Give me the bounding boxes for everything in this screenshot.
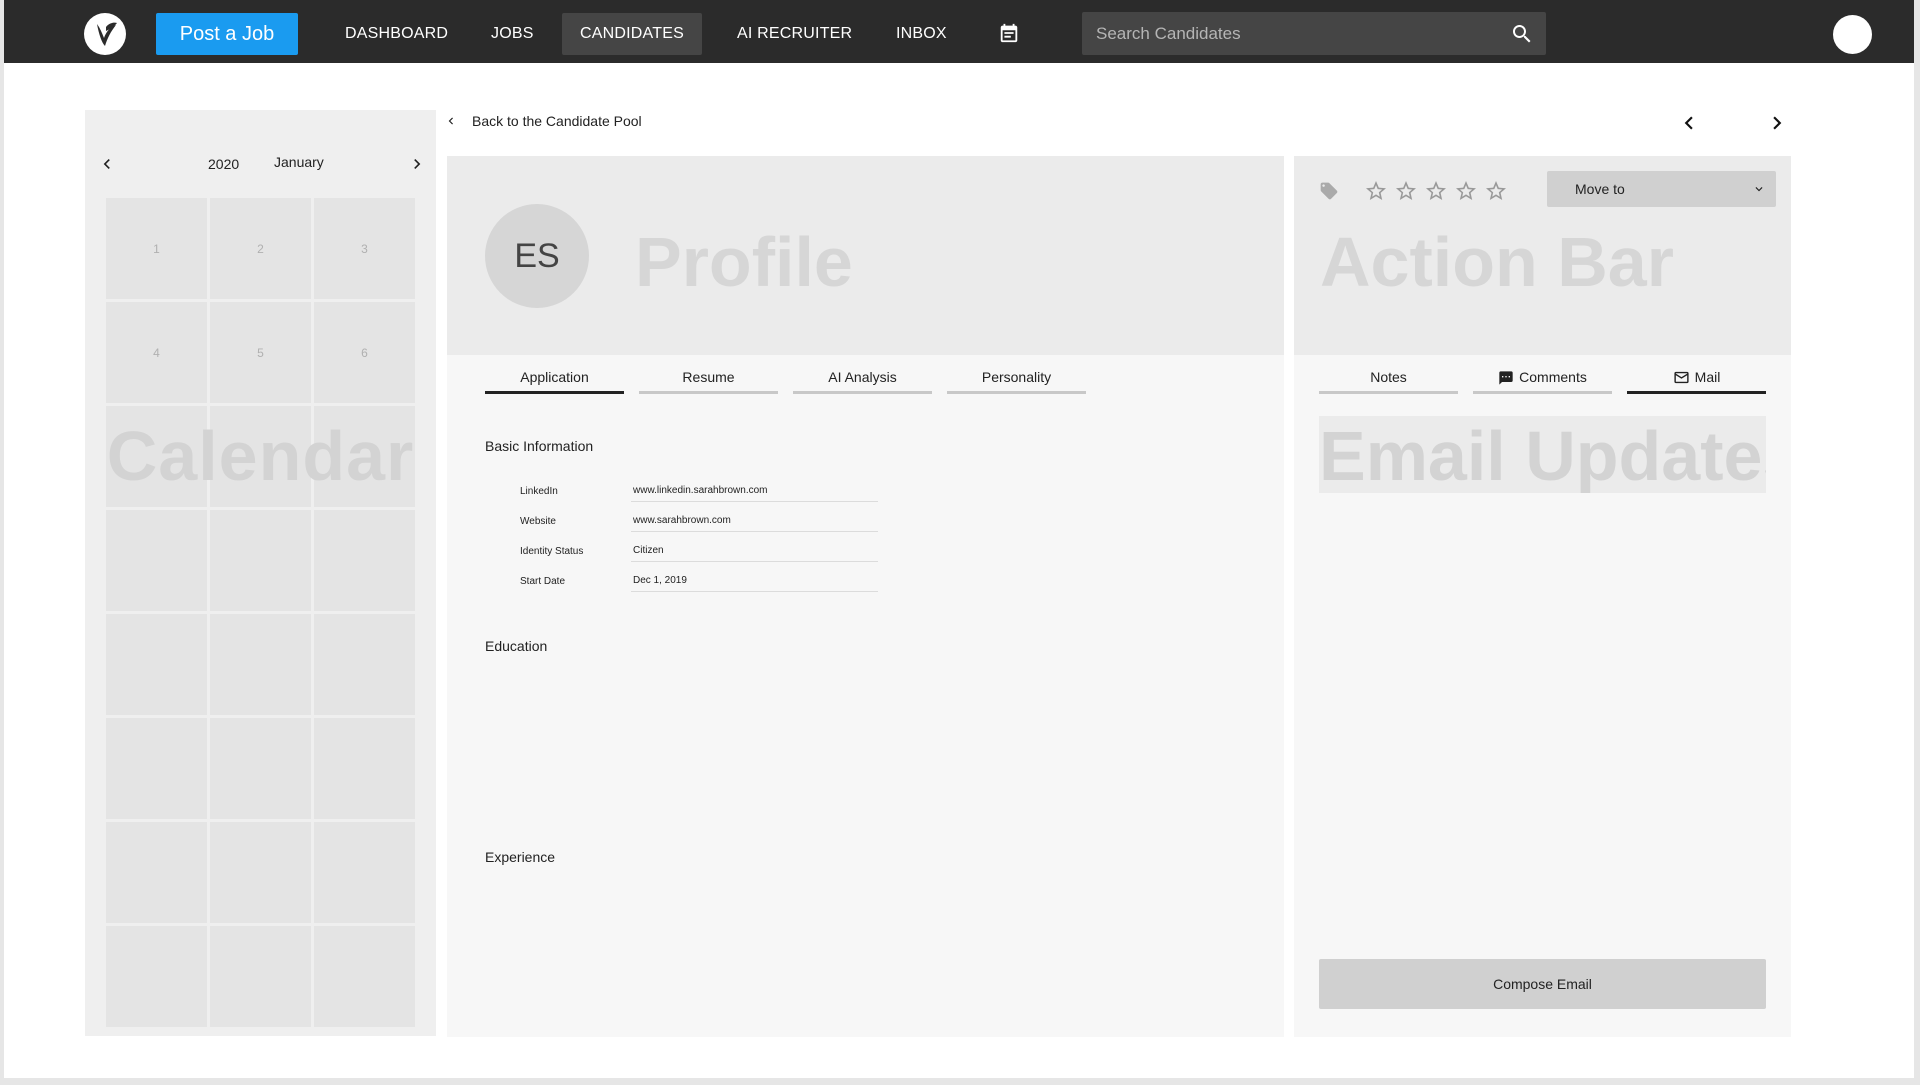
info-row: Website www.sarahbrown.com (520, 506, 878, 536)
tab-personality[interactable]: Personality (947, 369, 1086, 394)
next-candidate-icon[interactable] (1764, 110, 1790, 136)
profile-watermark: Profile (635, 223, 853, 301)
linkedin-value[interactable]: www.linkedin.sarahbrown.com (631, 480, 878, 502)
search-input[interactable] (1082, 12, 1546, 55)
experience-title: Experience (485, 849, 556, 865)
calendar-day[interactable] (106, 718, 207, 819)
search-box (1082, 12, 1546, 55)
nav-ai-recruiter[interactable]: AI RECRUITER (719, 13, 870, 55)
basic-info-table: LinkedIn www.linkedin.sarahbrown.com Web… (520, 476, 878, 596)
nav-candidates[interactable]: CANDIDATES (562, 13, 702, 55)
calendar-day[interactable]: 5 (210, 302, 311, 403)
calendar-day[interactable] (106, 822, 207, 923)
calendar-day[interactable] (210, 926, 311, 1027)
star-icon[interactable] (1394, 179, 1418, 203)
info-label: LinkedIn (520, 485, 558, 497)
calendar-day[interactable] (210, 510, 311, 611)
action-tabs: Notes Comments Mail (1319, 369, 1766, 394)
calendar-day[interactable] (210, 822, 311, 923)
tag-icon[interactable] (1319, 181, 1339, 201)
action-bar-panel: Move to Action Bar Notes Comments Mail E… (1294, 156, 1791, 1037)
tab-notes-label: Notes (1370, 369, 1407, 385)
profile-header: ES Profile (447, 156, 1284, 355)
website-value[interactable]: www.sarahbrown.com (631, 510, 878, 532)
basic-info-title: Basic Information (485, 438, 594, 454)
logo-icon[interactable] (84, 13, 126, 55)
info-row: Identity Status Citizen (520, 536, 878, 566)
calendar-day[interactable] (210, 718, 311, 819)
star-icon[interactable] (1454, 179, 1478, 203)
nav-jobs[interactable]: JOBS (473, 13, 552, 55)
profile-panel: ES Profile Application Resume AI Analysi… (447, 156, 1284, 1037)
profile-tabs: Application Resume AI Analysis Personali… (485, 369, 1086, 394)
calendar-icon[interactable] (998, 22, 1020, 44)
calendar-day[interactable] (106, 926, 207, 1027)
comment-icon (1499, 371, 1513, 385)
nav-dashboard[interactable]: DASHBOARD (327, 13, 466, 55)
start-date-value: Dec 1, 2019 (631, 570, 878, 592)
calendar-day[interactable] (314, 510, 415, 611)
calendar-day[interactable] (314, 406, 415, 507)
chevron-left-icon (448, 117, 453, 125)
calendar-day[interactable] (314, 926, 415, 1027)
info-row: LinkedIn www.linkedin.sarahbrown.com (520, 476, 878, 506)
calendar-grid: 1 2 3 4 5 6 (106, 198, 416, 1027)
tab-ai-analysis[interactable]: AI Analysis (793, 369, 932, 394)
search-icon[interactable] (1510, 22, 1534, 46)
app-window: Post a Job DASHBOARD JOBS CANDIDATES AI … (4, 0, 1914, 1078)
back-to-pool-link[interactable]: Back to the Candidate Pool (444, 113, 642, 129)
email-updates-watermark: Email Updates (1319, 416, 1766, 493)
tab-comments[interactable]: Comments (1473, 369, 1612, 394)
info-row: Start Date Dec 1, 2019 (520, 566, 878, 596)
calendar-day[interactable]: 4 (106, 302, 207, 403)
post-job-button[interactable]: Post a Job (156, 13, 298, 55)
calendar-year[interactable]: 2020 (208, 156, 239, 172)
chevron-down-icon (1755, 187, 1763, 192)
calendar-next-icon[interactable] (407, 154, 427, 174)
info-label: Identity Status (520, 545, 584, 557)
calendar-day[interactable] (314, 822, 415, 923)
move-to-label: Move to (1575, 181, 1625, 197)
calendar-prev-icon[interactable] (97, 154, 117, 174)
calendar-day[interactable] (106, 614, 207, 715)
calendar-day[interactable] (314, 614, 415, 715)
compose-email-button[interactable]: Compose Email (1319, 959, 1766, 1009)
nav-inbox[interactable]: INBOX (878, 13, 965, 55)
tab-comments-label: Comments (1519, 369, 1587, 385)
mail-icon (1674, 371, 1689, 384)
tab-application[interactable]: Application (485, 369, 624, 394)
user-avatar[interactable] (1833, 15, 1872, 54)
info-label: Start Date (520, 575, 566, 587)
action-bar-watermark: Action Bar (1320, 223, 1674, 301)
identity-status-value: Citizen (631, 540, 878, 562)
calendar-day[interactable]: 2 (210, 198, 311, 299)
previous-candidate-icon[interactable] (1676, 110, 1702, 136)
calendar-month[interactable]: January (274, 154, 324, 170)
back-link-label: Back to the Candidate Pool (472, 113, 642, 129)
calendar-day[interactable] (210, 406, 311, 507)
move-to-dropdown[interactable]: Move to (1547, 171, 1776, 207)
tab-mail[interactable]: Mail (1627, 369, 1766, 394)
calendar-day[interactable] (210, 614, 311, 715)
tab-resume[interactable]: Resume (639, 369, 778, 394)
calendar-day[interactable]: 6 (314, 302, 415, 403)
calendar-day[interactable]: 3 (314, 198, 415, 299)
tab-mail-label: Mail (1694, 369, 1721, 385)
tab-notes[interactable]: Notes (1319, 369, 1458, 394)
rating-stars (1364, 179, 1508, 203)
candidate-avatar: ES (485, 204, 589, 308)
calendar-day[interactable] (106, 406, 207, 507)
calendar-panel: 2020 January 1 2 3 4 5 6 Calendar (85, 110, 436, 1036)
star-icon[interactable] (1424, 179, 1448, 203)
info-label: Website (520, 515, 556, 527)
top-nav-bar: Post a Job DASHBOARD JOBS CANDIDATES AI … (4, 0, 1914, 63)
star-icon[interactable] (1364, 179, 1388, 203)
calendar-day[interactable]: 1 (106, 198, 207, 299)
education-title: Education (485, 638, 548, 654)
action-bar-header: Move to Action Bar (1294, 156, 1791, 355)
star-icon[interactable] (1484, 179, 1508, 203)
calendar-day[interactable] (106, 510, 207, 611)
calendar-day[interactable] (314, 718, 415, 819)
